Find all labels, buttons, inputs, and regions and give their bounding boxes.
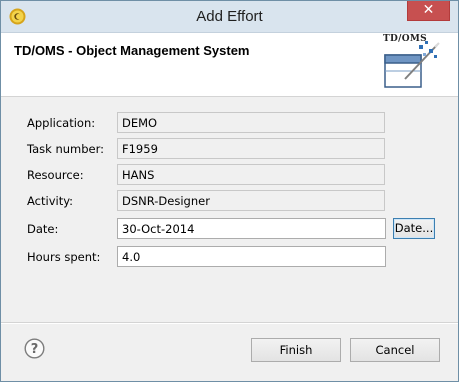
finish-button[interactable]: Finish	[251, 338, 341, 362]
hours-spent-input[interactable]: 4.0	[117, 246, 386, 267]
application-label: Application:	[27, 116, 96, 130]
header-title: TD/OMS - Object Management System	[14, 43, 250, 58]
date-picker-button[interactable]: Date...	[393, 218, 435, 239]
close-icon: ✕	[422, 2, 435, 18]
application-field: DEMO	[117, 112, 385, 133]
hours-spent-label: Hours spent:	[27, 250, 101, 264]
window-title: Add Effort	[196, 8, 263, 25]
resource-field: HANS	[117, 164, 385, 185]
activity-field: DSNR-Designer	[117, 190, 385, 211]
help-glyph: ?	[31, 342, 39, 357]
date-label: Date:	[27, 222, 59, 236]
activity-label: Activity:	[27, 194, 74, 208]
form-area: Application: DEMO Task number: F1959 Res…	[1, 97, 458, 322]
title-bar[interactable]: Add Effort ✕	[1, 1, 458, 33]
resource-label: Resource:	[27, 168, 84, 182]
logo-text: TD/OMS	[383, 34, 427, 44]
dialog-header: TD/OMS - Object Management System TD/OMS	[1, 33, 458, 97]
cancel-button[interactable]: Cancel	[350, 338, 440, 362]
close-button[interactable]: ✕	[407, 1, 450, 21]
help-icon[interactable]: ?	[24, 338, 45, 359]
date-input[interactable]: 30-Oct-2014	[117, 218, 386, 239]
add-effort-dialog: Add Effort ✕ TD/OMS - Object Management …	[0, 0, 459, 382]
tdoms-logo: TD/OMS	[379, 33, 443, 93]
task-number-field: F1959	[117, 138, 385, 159]
task-number-label: Task number:	[27, 142, 105, 156]
footer-separator	[1, 322, 458, 324]
